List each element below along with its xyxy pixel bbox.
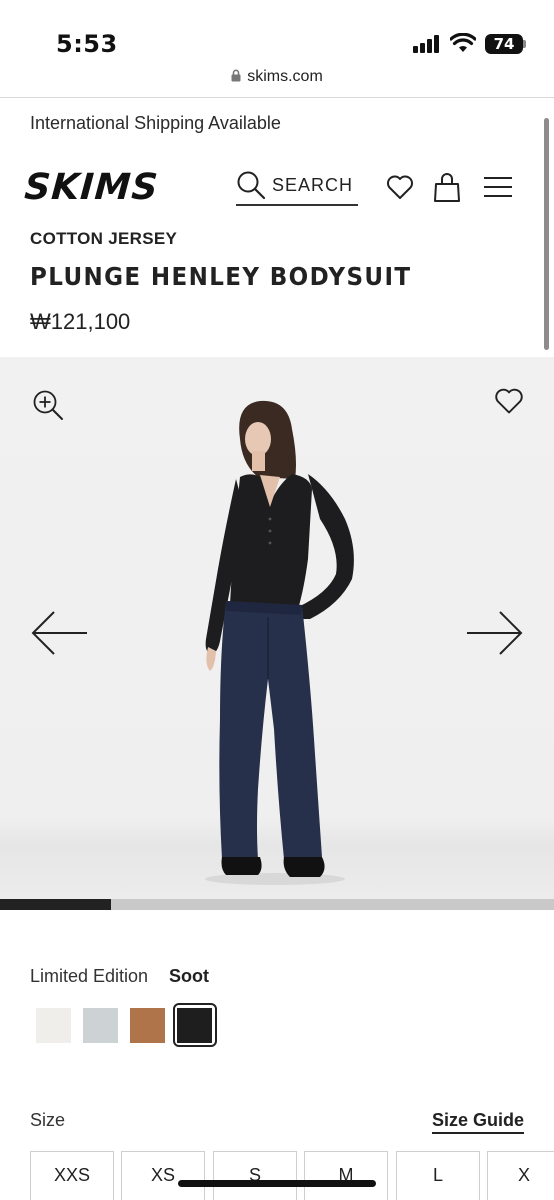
cellular-signal-icon bbox=[413, 35, 443, 53]
product-price: ₩121,100 bbox=[30, 309, 131, 334]
product-collection[interactable]: COTTON JERSEY bbox=[30, 229, 177, 249]
address-bar[interactable]: skims.com bbox=[0, 62, 554, 98]
favorite-heart-icon[interactable] bbox=[494, 387, 524, 415]
lock-icon bbox=[231, 69, 241, 82]
wifi-icon bbox=[450, 33, 476, 52]
hamburger-menu-icon[interactable] bbox=[483, 176, 513, 198]
search-icon bbox=[237, 171, 266, 200]
selected-color-name: Soot bbox=[169, 966, 209, 986]
wishlist-heart-icon[interactable] bbox=[386, 174, 414, 200]
status-time: 5:53 bbox=[56, 30, 118, 58]
url-text: skims.com bbox=[247, 68, 323, 85]
logo-text: SKIMS bbox=[24, 167, 160, 206]
home-indicator[interactable] bbox=[178, 1180, 376, 1187]
color-swatch[interactable] bbox=[130, 1008, 165, 1043]
page-scrollbar[interactable] bbox=[544, 118, 549, 350]
search-label: SEARCH bbox=[272, 175, 354, 195]
size-option-button[interactable]: L bbox=[396, 1151, 480, 1200]
color-swatch[interactable] bbox=[83, 1008, 118, 1043]
size-label: Size bbox=[30, 1110, 66, 1130]
product-photo-model bbox=[205, 400, 354, 885]
gallery-progress-fill bbox=[0, 899, 111, 910]
battery-icon: 74 bbox=[485, 34, 523, 54]
color-edition-label: Limited Edition bbox=[30, 966, 149, 986]
promo-banner[interactable]: International Shipping Available bbox=[30, 113, 281, 134]
size-option-button[interactable]: X bbox=[487, 1151, 554, 1200]
size-option-button[interactable]: XS bbox=[121, 1151, 205, 1200]
skims-logo[interactable]: SKIMS bbox=[24, 166, 170, 206]
search-button[interactable]: SEARCH bbox=[236, 168, 358, 206]
size-option-button[interactable]: XXS bbox=[30, 1151, 114, 1200]
color-swatch[interactable] bbox=[177, 1008, 212, 1043]
gallery-progress-bar bbox=[0, 899, 554, 910]
product-image-gallery[interactable] bbox=[0, 357, 554, 899]
product-title: PLUNGE HENLEY BODYSUIT bbox=[30, 262, 412, 291]
battery-tip bbox=[523, 40, 526, 48]
next-image-arrow-icon[interactable] bbox=[466, 609, 524, 657]
zoom-in-icon[interactable] bbox=[32, 389, 64, 421]
status-bar: 5:53 74 bbox=[0, 0, 554, 62]
color-swatch[interactable] bbox=[36, 1008, 71, 1043]
previous-image-arrow-icon[interactable] bbox=[30, 609, 88, 657]
size-option-button[interactable]: M bbox=[304, 1151, 388, 1200]
size-guide-link[interactable]: Size Guide bbox=[432, 1110, 525, 1134]
shopping-bag-icon[interactable] bbox=[433, 172, 461, 204]
size-option-button[interactable]: S bbox=[213, 1151, 297, 1200]
